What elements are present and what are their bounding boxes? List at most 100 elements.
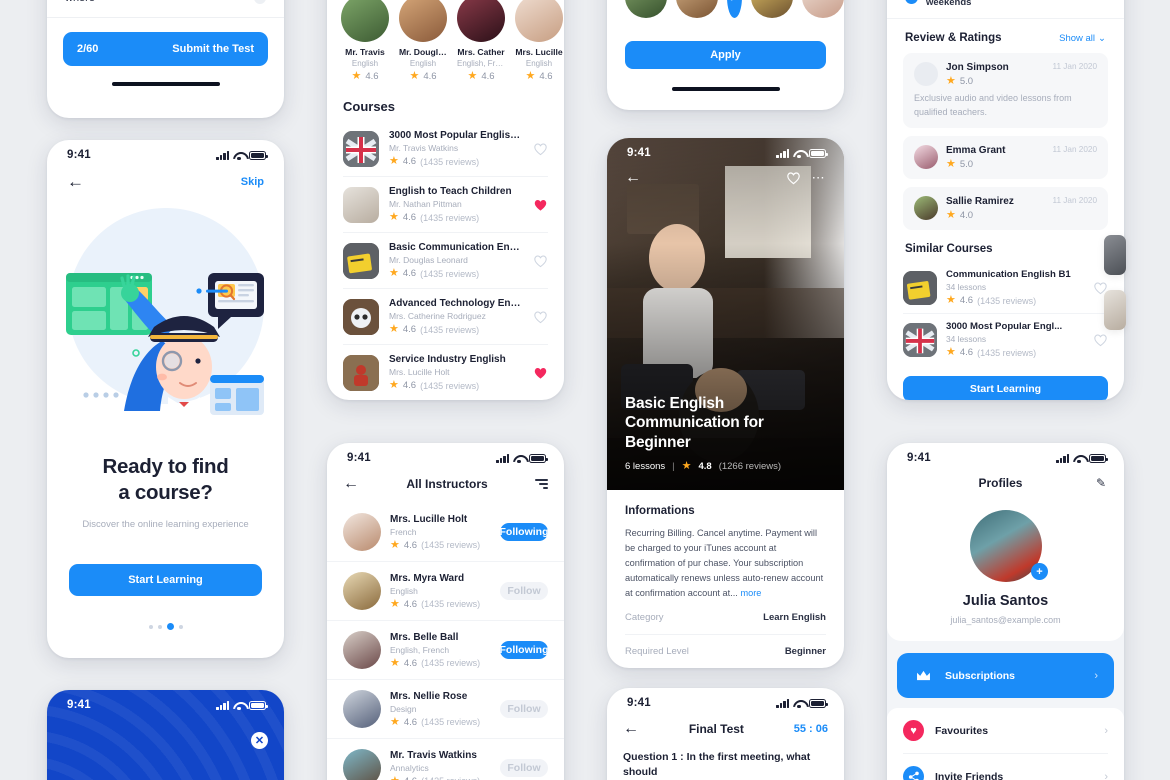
read-more-link[interactable]: more	[740, 588, 761, 598]
star-icon: ★	[390, 715, 400, 728]
avatar	[343, 749, 381, 780]
heart-outline-icon[interactable]	[533, 142, 548, 156]
avatar[interactable]	[625, 0, 667, 18]
avatar[interactable]	[751, 0, 793, 18]
status-time: 9:41	[627, 147, 651, 159]
instructor-card[interactable]: Mr. Travis English ★ 4.6	[341, 0, 389, 82]
rating-value: 4.6	[403, 539, 418, 551]
dot[interactable]	[157, 624, 162, 629]
arrow-left-icon[interactable]: ←	[623, 720, 639, 738]
heart-filled-icon[interactable]	[533, 366, 548, 380]
submit-test-button[interactable]: 2/60 Submit the Test	[63, 32, 268, 66]
question-option-row[interactable]: where	[47, 0, 284, 18]
review-card[interactable]: Jon Simpson ★ 5.0 11 Jan 2020 Exclusive a…	[903, 53, 1108, 128]
screenshot-canvas: will where 2/60 Submit the Test 9:41 ←	[0, 0, 1170, 780]
notebook-icon	[903, 270, 937, 305]
heart-outline-icon[interactable]	[1093, 333, 1108, 347]
arrow-left-icon[interactable]: ←	[67, 173, 84, 190]
review-card[interactable]: Emma Grant ★ 5.0 11 Jan 2020	[903, 136, 1108, 179]
status-bar: 9:41	[887, 443, 1124, 466]
avatar	[914, 196, 938, 220]
start-learning-button[interactable]: Start Learning	[903, 376, 1108, 400]
status-bar: 9:41	[47, 690, 284, 713]
rating: ★ 4.6	[399, 71, 447, 83]
list-item[interactable]: Mrs. Myra Ward English ★ 4.6 (1435 reviews…	[327, 562, 564, 621]
heart-filled-icon[interactable]	[533, 198, 548, 212]
avatar	[341, 0, 389, 42]
course-title: 3000 Most Popular Engl...	[946, 321, 1063, 332]
heart-outline-icon[interactable]	[533, 254, 548, 268]
follow-button[interactable]: Following	[500, 523, 549, 541]
field-value: Learn English	[763, 611, 826, 623]
arrow-left-icon[interactable]: ←	[343, 475, 359, 493]
menu-label: Subscriptions	[945, 669, 1016, 682]
star-icon: ★	[946, 158, 956, 170]
dot[interactable]	[178, 624, 183, 629]
status-indicators	[776, 698, 828, 708]
onboarding-nav: ← Skip	[47, 163, 284, 190]
rating-value: 4.6	[539, 71, 553, 82]
avatar[interactable]	[676, 0, 718, 18]
skip-button[interactable]: Skip	[241, 176, 264, 188]
rating: ★4.6(1435 reviews)	[390, 539, 491, 551]
instructor-avatars-row[interactable]: ✓	[607, 0, 844, 18]
close-icon[interactable]: ✕	[251, 732, 268, 749]
instructor-card[interactable]: Mrs. Lucille English ★ 4.6	[515, 0, 563, 82]
instructors-carousel[interactable]: Mr. Travis English ★ 4.6 Mr. Douglas Engl…	[327, 0, 564, 82]
list-item[interactable]: Mrs. Nellie Rose Design ★ 4.6 (1435 review…	[327, 680, 564, 739]
list-item[interactable]: 3000 Most Popular English ... Mr. Travis…	[343, 121, 548, 177]
instructor-card[interactable]: Mr. Douglas English ★ 4.6	[399, 0, 447, 82]
phone-apply-footer: ✓ Apply	[607, 0, 844, 110]
list-item[interactable]: Mrs. Lucille Holt French ★ 4.6 (1435 revie…	[327, 503, 564, 562]
status-time: 9:41	[907, 452, 931, 464]
dot[interactable]	[148, 624, 153, 629]
follow-button[interactable]: Following	[500, 641, 549, 659]
course-info: Service Industry English Mrs. Lucille Ho…	[389, 354, 523, 391]
list-item[interactable]: Mr. Travis Watkins Annalytics ★ 4.6 (1435 …	[327, 739, 564, 780]
pencil-icon[interactable]: ✎	[1096, 476, 1106, 490]
start-learning-button[interactable]: Start Learning	[69, 564, 262, 597]
radio-icon[interactable]	[254, 0, 266, 4]
list-item[interactable]: Service Industry English Mrs. Lucille Ho…	[343, 345, 548, 400]
list-item[interactable]: Advanced Technology English Mrs. Catheri…	[343, 289, 548, 345]
menu-item-invite-friends[interactable]: Invite Friends ›	[887, 754, 1124, 780]
course-title: Service Industry English	[389, 354, 506, 365]
rating-value: 4.6	[402, 324, 417, 335]
phone-reviews: Communicate 1-1 with teacher on weekends…	[887, 0, 1124, 400]
menu-item-favourites[interactable]: ♥ Favourites ›	[887, 708, 1124, 753]
review-head: Sallie Ramirez ★ 4.0 11 Jan 2020	[914, 196, 1097, 221]
heart-outline-icon[interactable]	[533, 310, 548, 324]
list-item[interactable]: 3000 Most Popular Engl... 34 lessons ★ 4.…	[903, 314, 1108, 365]
list-item[interactable]: Mrs. Belle Ball English, French ★ 4.6 (143…	[327, 621, 564, 680]
dot-active[interactable]	[166, 623, 174, 631]
arrow-left-icon[interactable]: ←	[625, 169, 641, 187]
course-detail-nav: ← ⋯	[607, 161, 844, 187]
instructor-info: Mrs. Belle Ball English, French ★ 4.6 (143…	[390, 632, 491, 669]
signal-icon	[216, 150, 229, 160]
review-author-block: Sallie Ramirez ★ 4.0	[946, 196, 1014, 221]
check-circle-icon[interactable]: ✓	[727, 0, 742, 18]
course-title: Communication English B1	[946, 269, 1071, 280]
avatar[interactable]	[802, 0, 844, 18]
follow-button[interactable]: Follow	[500, 759, 548, 777]
apply-button[interactable]: Apply	[625, 41, 826, 69]
instructor-info: Mrs. Lucille Holt French ★ 4.6 (1435 revie…	[390, 514, 491, 551]
plus-icon[interactable]: +	[1031, 563, 1048, 580]
list-item[interactable]: English to Teach Children Mr. Nathan Pit…	[343, 177, 548, 233]
list-item[interactable]: Communication English B1 34 lessons ★ 4.6…	[903, 262, 1108, 314]
phone-home-courses: Mr. Travis English ★ 4.6 Mr. Douglas Engl…	[327, 0, 564, 400]
status-indicators	[216, 700, 268, 710]
show-all-button[interactable]: Show all ⌄	[1059, 33, 1106, 44]
more-horizontal-icon[interactable]: ⋯	[812, 171, 826, 184]
follow-button[interactable]: Follow	[500, 582, 548, 600]
status-indicators	[776, 148, 828, 158]
menu-item-subscriptions[interactable]: Subscriptions ›	[897, 653, 1114, 698]
review-card[interactable]: Sallie Ramirez ★ 4.0 11 Jan 2020	[903, 187, 1108, 230]
filter-icon[interactable]	[535, 479, 548, 489]
heart-outline-icon[interactable]	[786, 171, 801, 185]
list-item[interactable]: Basic Communication English Mr. Douglas …	[343, 233, 548, 289]
lessons-count: 6 lessons	[625, 461, 666, 472]
instructor-card[interactable]: Mrs. Cather English, Fre... ★ 4.6	[457, 0, 505, 82]
course-title: Advanced Technology English	[389, 298, 523, 309]
follow-button[interactable]: Follow	[500, 700, 548, 718]
